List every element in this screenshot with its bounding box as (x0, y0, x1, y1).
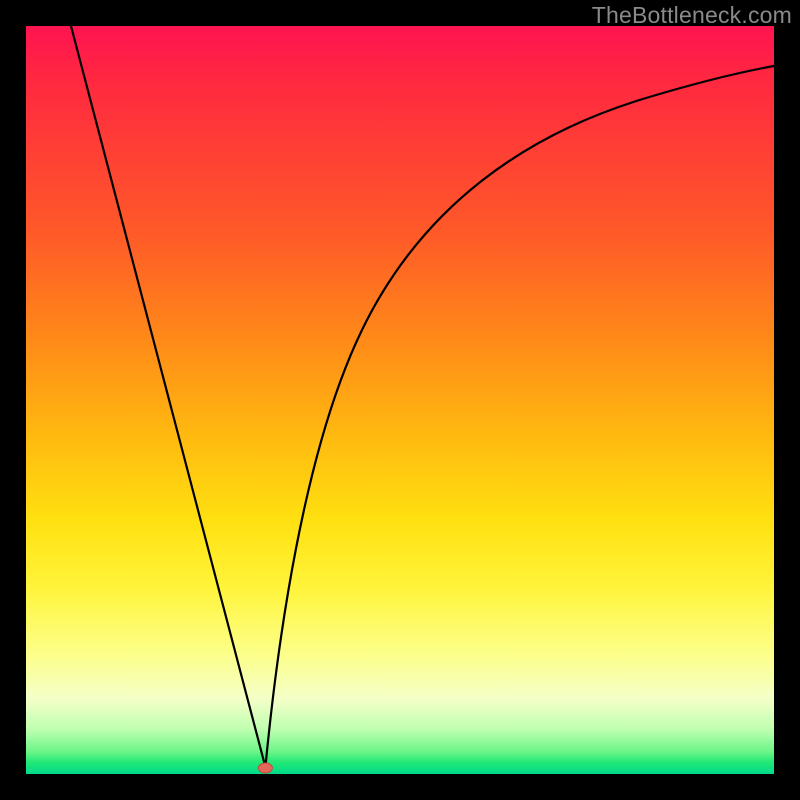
bottleneck-curve-left (71, 26, 265, 767)
bottleneck-curve-right (265, 66, 774, 767)
watermark-text: TheBottleneck.com (592, 2, 792, 29)
chart-curve-layer (26, 26, 774, 774)
chart-frame (26, 26, 774, 774)
optimum-marker (258, 763, 272, 773)
